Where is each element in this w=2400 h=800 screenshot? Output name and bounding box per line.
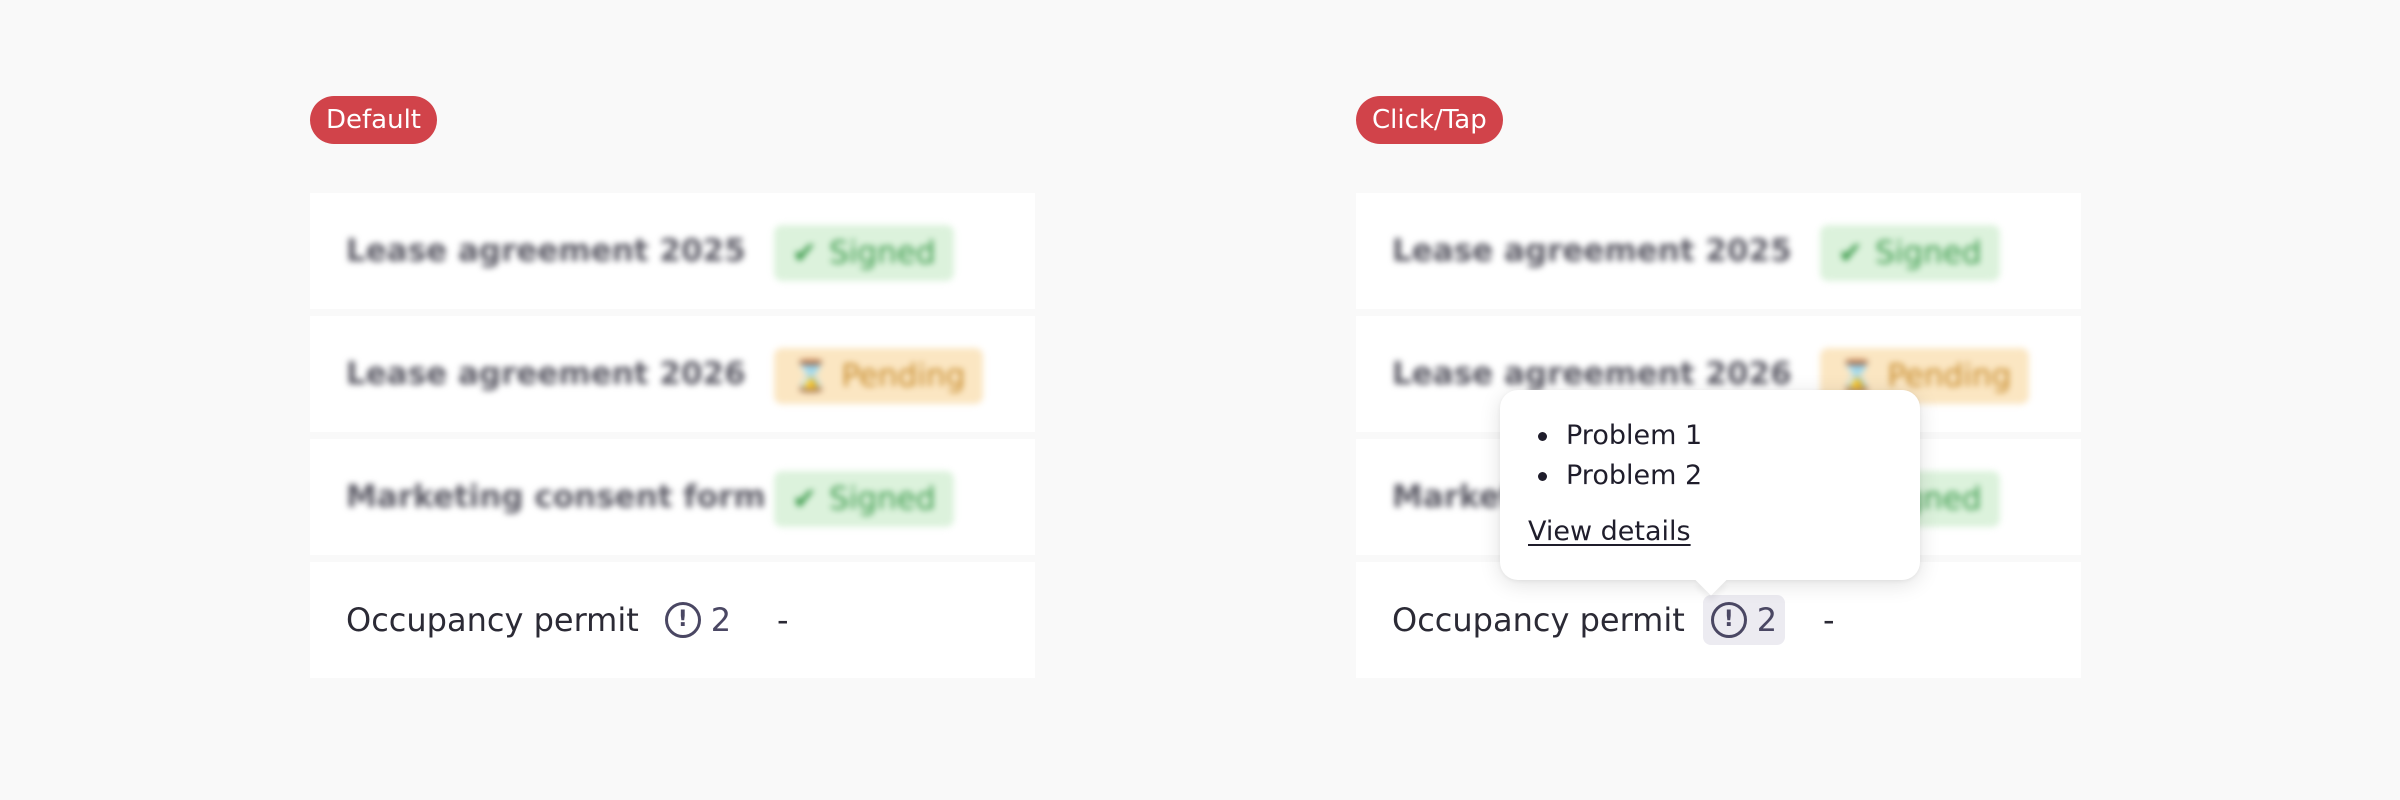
check-icon: ✔ (792, 235, 818, 271)
default-state-panel: Default Lease agreement 2025 ✔ Signed Le… (310, 0, 1035, 800)
document-name-cell: Occupancy permit ! 2 (346, 562, 739, 678)
status-label: Signed (829, 481, 936, 517)
issues-popover: Problem 1 Problem 2 View details (1500, 390, 1920, 580)
status-label: Pending (841, 358, 966, 394)
document-table: Lease agreement 2025 ✔ Signed Lease agre… (310, 193, 1035, 678)
document-name: Occupancy permit (346, 601, 639, 639)
status-badge-signed: ✔ Signed (774, 225, 954, 281)
status-badge-pending: ⌛ Pending (774, 348, 984, 404)
state-badge-default: Default (310, 96, 437, 144)
hourglass-icon: ⌛ (1838, 358, 1876, 394)
view-details-link[interactable]: View details (1528, 516, 1691, 547)
click-tap-state-panel: Click/Tap Lease agreement 2025 ✔ Signed … (1356, 0, 2081, 800)
problem-label: Problem 1 (1566, 420, 1703, 451)
issue-indicator-button[interactable]: ! 2 (657, 595, 739, 645)
table-row[interactable]: Lease agreement 2025 ✔ Signed (310, 193, 1035, 309)
table-row[interactable]: Lease agreement 2026 ⌛ Pending (310, 316, 1035, 432)
alert-circle-icon: ! (664, 602, 701, 638)
problem-item: Problem 2 (1528, 456, 1892, 496)
document-name: Lease agreement 2026 (346, 356, 746, 392)
issue-count: 2 (1756, 601, 1778, 639)
alert-circle-icon: ! (1710, 602, 1747, 638)
check-icon: ✔ (792, 481, 818, 517)
status-label: Signed (1875, 235, 1982, 271)
issue-count: 2 (710, 601, 732, 639)
table-row-occupancy-permit: Occupancy permit ! 2 - (310, 562, 1035, 678)
document-name: Lease agreement 2025 (1392, 233, 1792, 269)
table-row[interactable]: Marketing consent form ✔ Signed (310, 439, 1035, 555)
document-name: Marketing consent form (346, 479, 766, 515)
status-label: Pending (1887, 358, 2012, 394)
document-name: Occupancy permit (1392, 601, 1685, 639)
status-badge-signed: ✔ Signed (1820, 225, 2000, 281)
bullet-icon (1538, 472, 1547, 481)
issue-indicator-button[interactable]: ! 2 (1702, 595, 1786, 645)
hourglass-icon: ⌛ (792, 358, 830, 394)
document-name: Lease agreement 2025 (346, 233, 746, 269)
state-badge-click-tap: Click/Tap (1356, 96, 1503, 144)
status-empty: - (777, 601, 789, 639)
table-row[interactable]: Lease agreement 2025 ✔ Signed (1356, 193, 2081, 309)
status-badge-signed: ✔ Signed (774, 471, 954, 527)
check-icon: ✔ (1838, 235, 1864, 271)
problem-list: Problem 1 Problem 2 (1528, 416, 1892, 496)
bullet-icon (1538, 432, 1547, 441)
status-label: Signed (829, 235, 936, 271)
problem-item: Problem 1 (1528, 416, 1892, 456)
problem-label: Problem 2 (1566, 460, 1703, 491)
